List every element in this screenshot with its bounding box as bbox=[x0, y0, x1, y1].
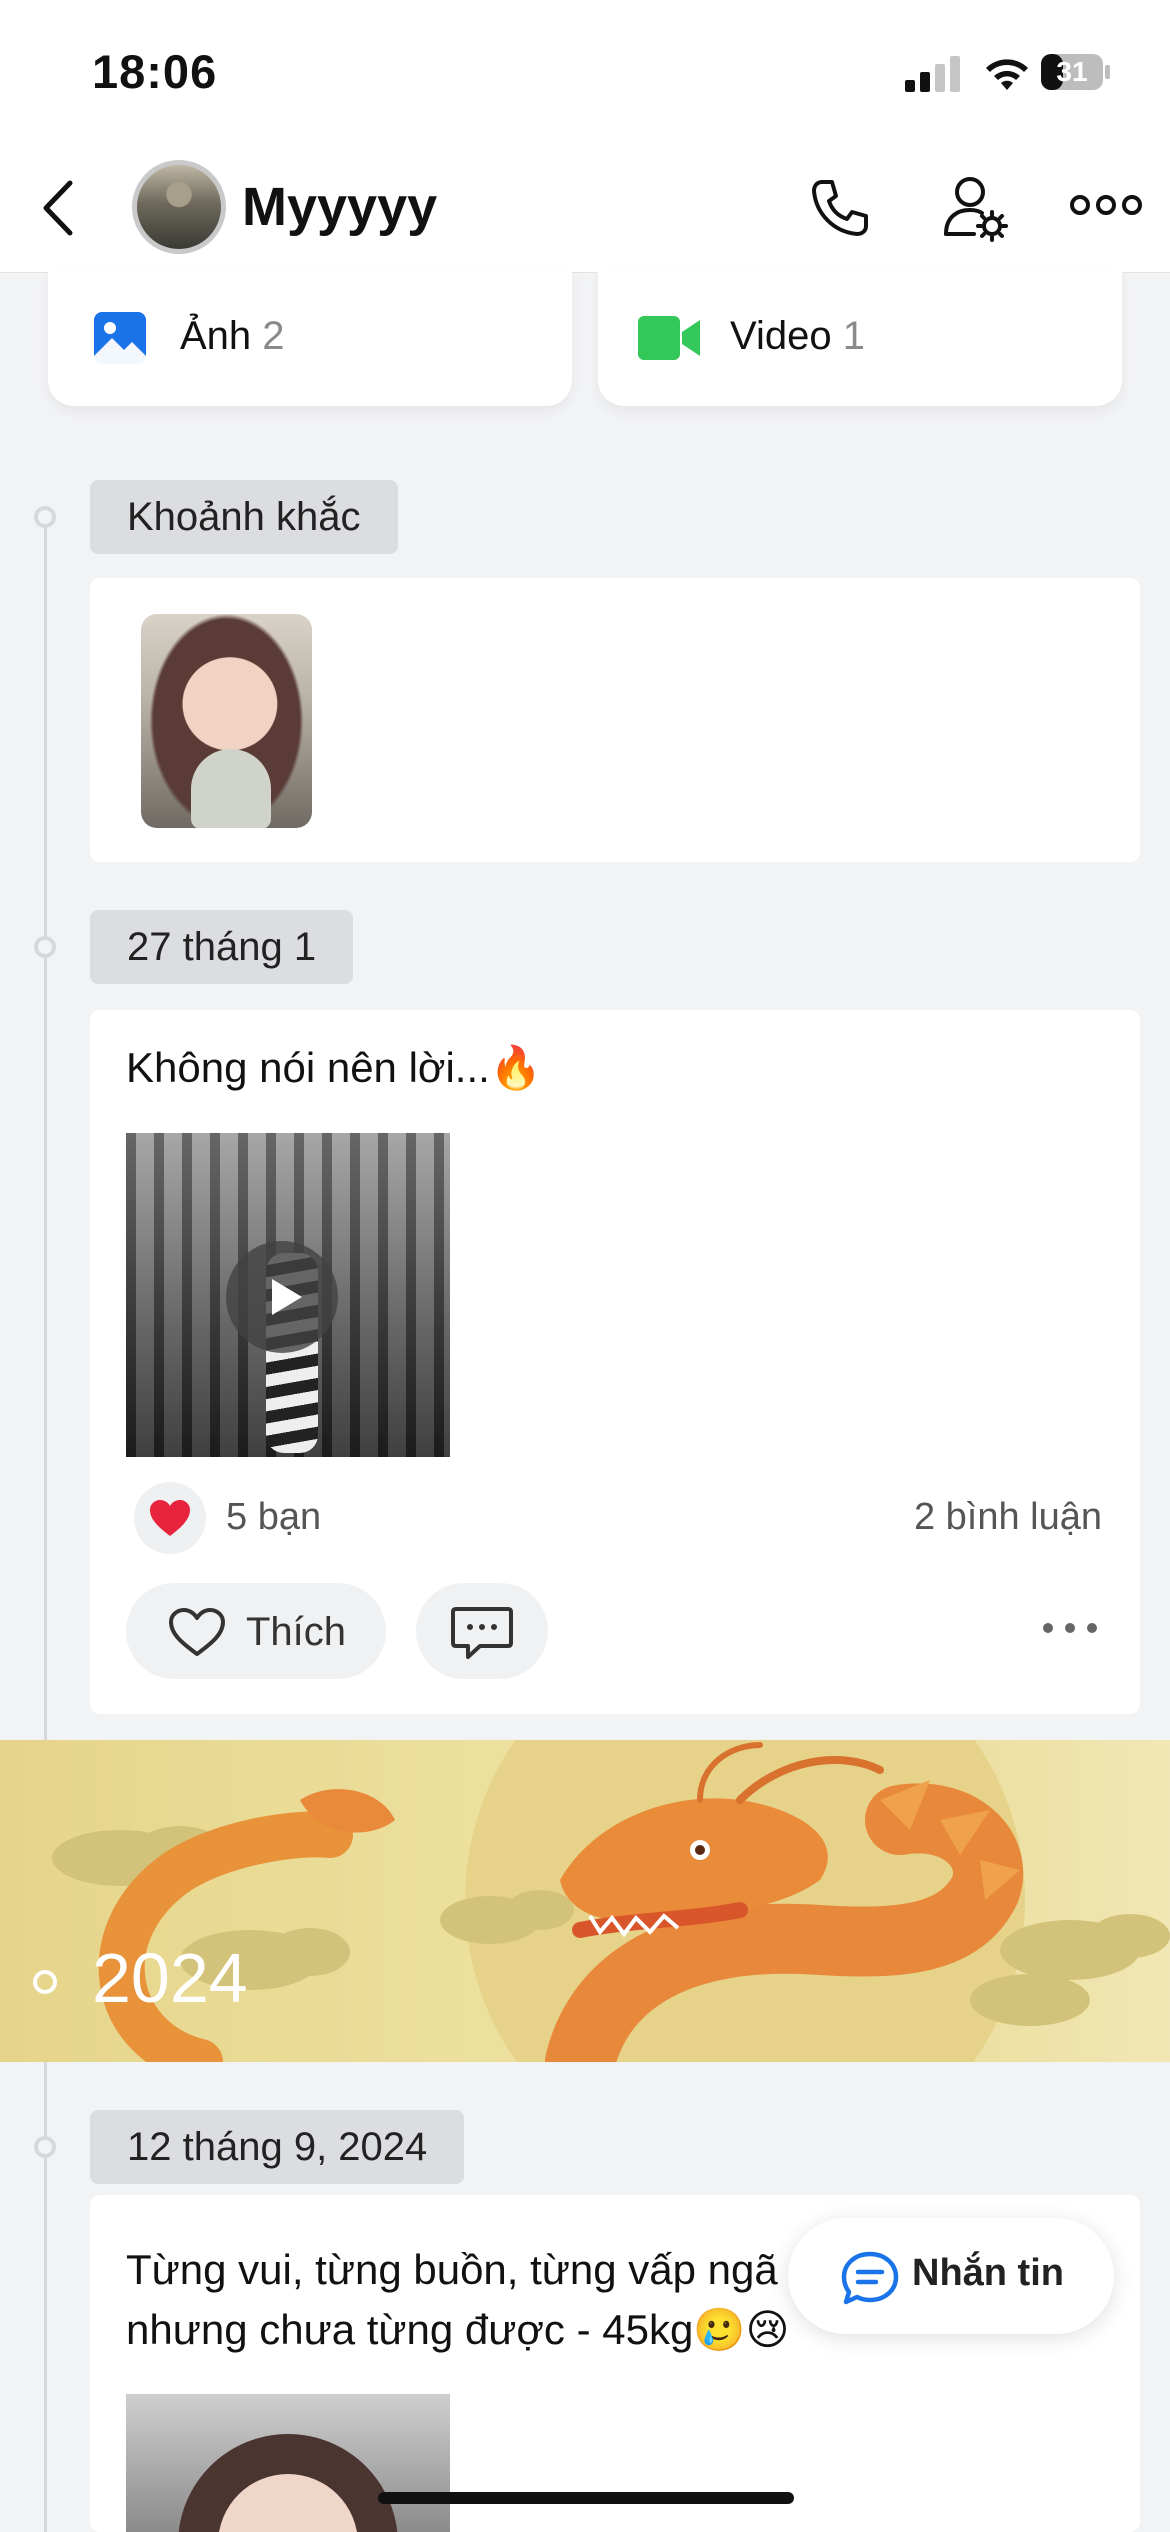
heart-outline-icon bbox=[169, 1608, 225, 1656]
image-icon bbox=[94, 312, 146, 364]
photos-label: Ảnh 2 bbox=[180, 314, 285, 358]
post-photo[interactable] bbox=[126, 2394, 450, 2532]
video-camera-icon bbox=[638, 316, 700, 360]
videos-count: 1 bbox=[842, 314, 865, 358]
timeline-dot bbox=[34, 936, 56, 958]
post-text: Không nói nên lời...🔥 bbox=[126, 1044, 543, 1091]
timeline-dot-year bbox=[33, 1970, 57, 1994]
like-label[interactable]: Thích bbox=[246, 1610, 346, 1655]
reaction-count[interactable]: 5 bạn bbox=[226, 1496, 321, 1539]
back-button[interactable] bbox=[34, 175, 86, 241]
post-more-icon[interactable] bbox=[1040, 1618, 1100, 1638]
signal-icon bbox=[905, 56, 961, 92]
phone-icon[interactable] bbox=[808, 176, 872, 240]
timeline-dot bbox=[34, 2136, 56, 2158]
home-indicator bbox=[378, 2492, 794, 2504]
photos-count: 2 bbox=[262, 314, 285, 358]
videos-button[interactable]: Video 1 bbox=[598, 270, 1122, 406]
videos-label: Video 1 bbox=[730, 314, 865, 358]
post-date-chip: 27 tháng 1 bbox=[90, 910, 354, 984]
timeline-line bbox=[44, 510, 47, 2532]
comment-button[interactable] bbox=[416, 1583, 548, 1679]
heart-reaction-icon[interactable] bbox=[134, 1482, 206, 1554]
photos-button[interactable]: Ảnh 2 bbox=[48, 270, 572, 406]
post-text-line2: nhưng chưa từng được - 45kg🥲😢 bbox=[126, 2306, 790, 2353]
status-time: 18:06 bbox=[92, 45, 218, 98]
post-date-chip: 12 tháng 9, 2024 bbox=[90, 2110, 465, 2184]
chat-bubble-icon bbox=[841, 2251, 899, 2305]
post-text-line1: Từng vui, từng buồn, từng vấp ngã bbox=[126, 2246, 778, 2293]
message-button-label[interactable]: Nhắn tin bbox=[912, 2252, 1064, 2295]
contact-name[interactable]: Myyyyy bbox=[242, 176, 437, 238]
moments-chip: Khoảnh khắc bbox=[90, 480, 398, 554]
battery-level: 31 bbox=[1056, 56, 1088, 87]
comment-icon bbox=[451, 1607, 513, 1659]
year-label: 2024 bbox=[92, 1939, 248, 2017]
timeline-dot bbox=[34, 506, 56, 528]
comment-count[interactable]: 2 bình luận bbox=[850, 1496, 1102, 1539]
more-icon[interactable] bbox=[1070, 190, 1142, 220]
wifi-icon bbox=[986, 59, 1028, 90]
avatar[interactable] bbox=[132, 160, 226, 254]
moment-thumbnail[interactable] bbox=[141, 614, 312, 828]
user-settings-icon[interactable] bbox=[942, 174, 1008, 242]
play-icon[interactable] bbox=[226, 1241, 338, 1353]
